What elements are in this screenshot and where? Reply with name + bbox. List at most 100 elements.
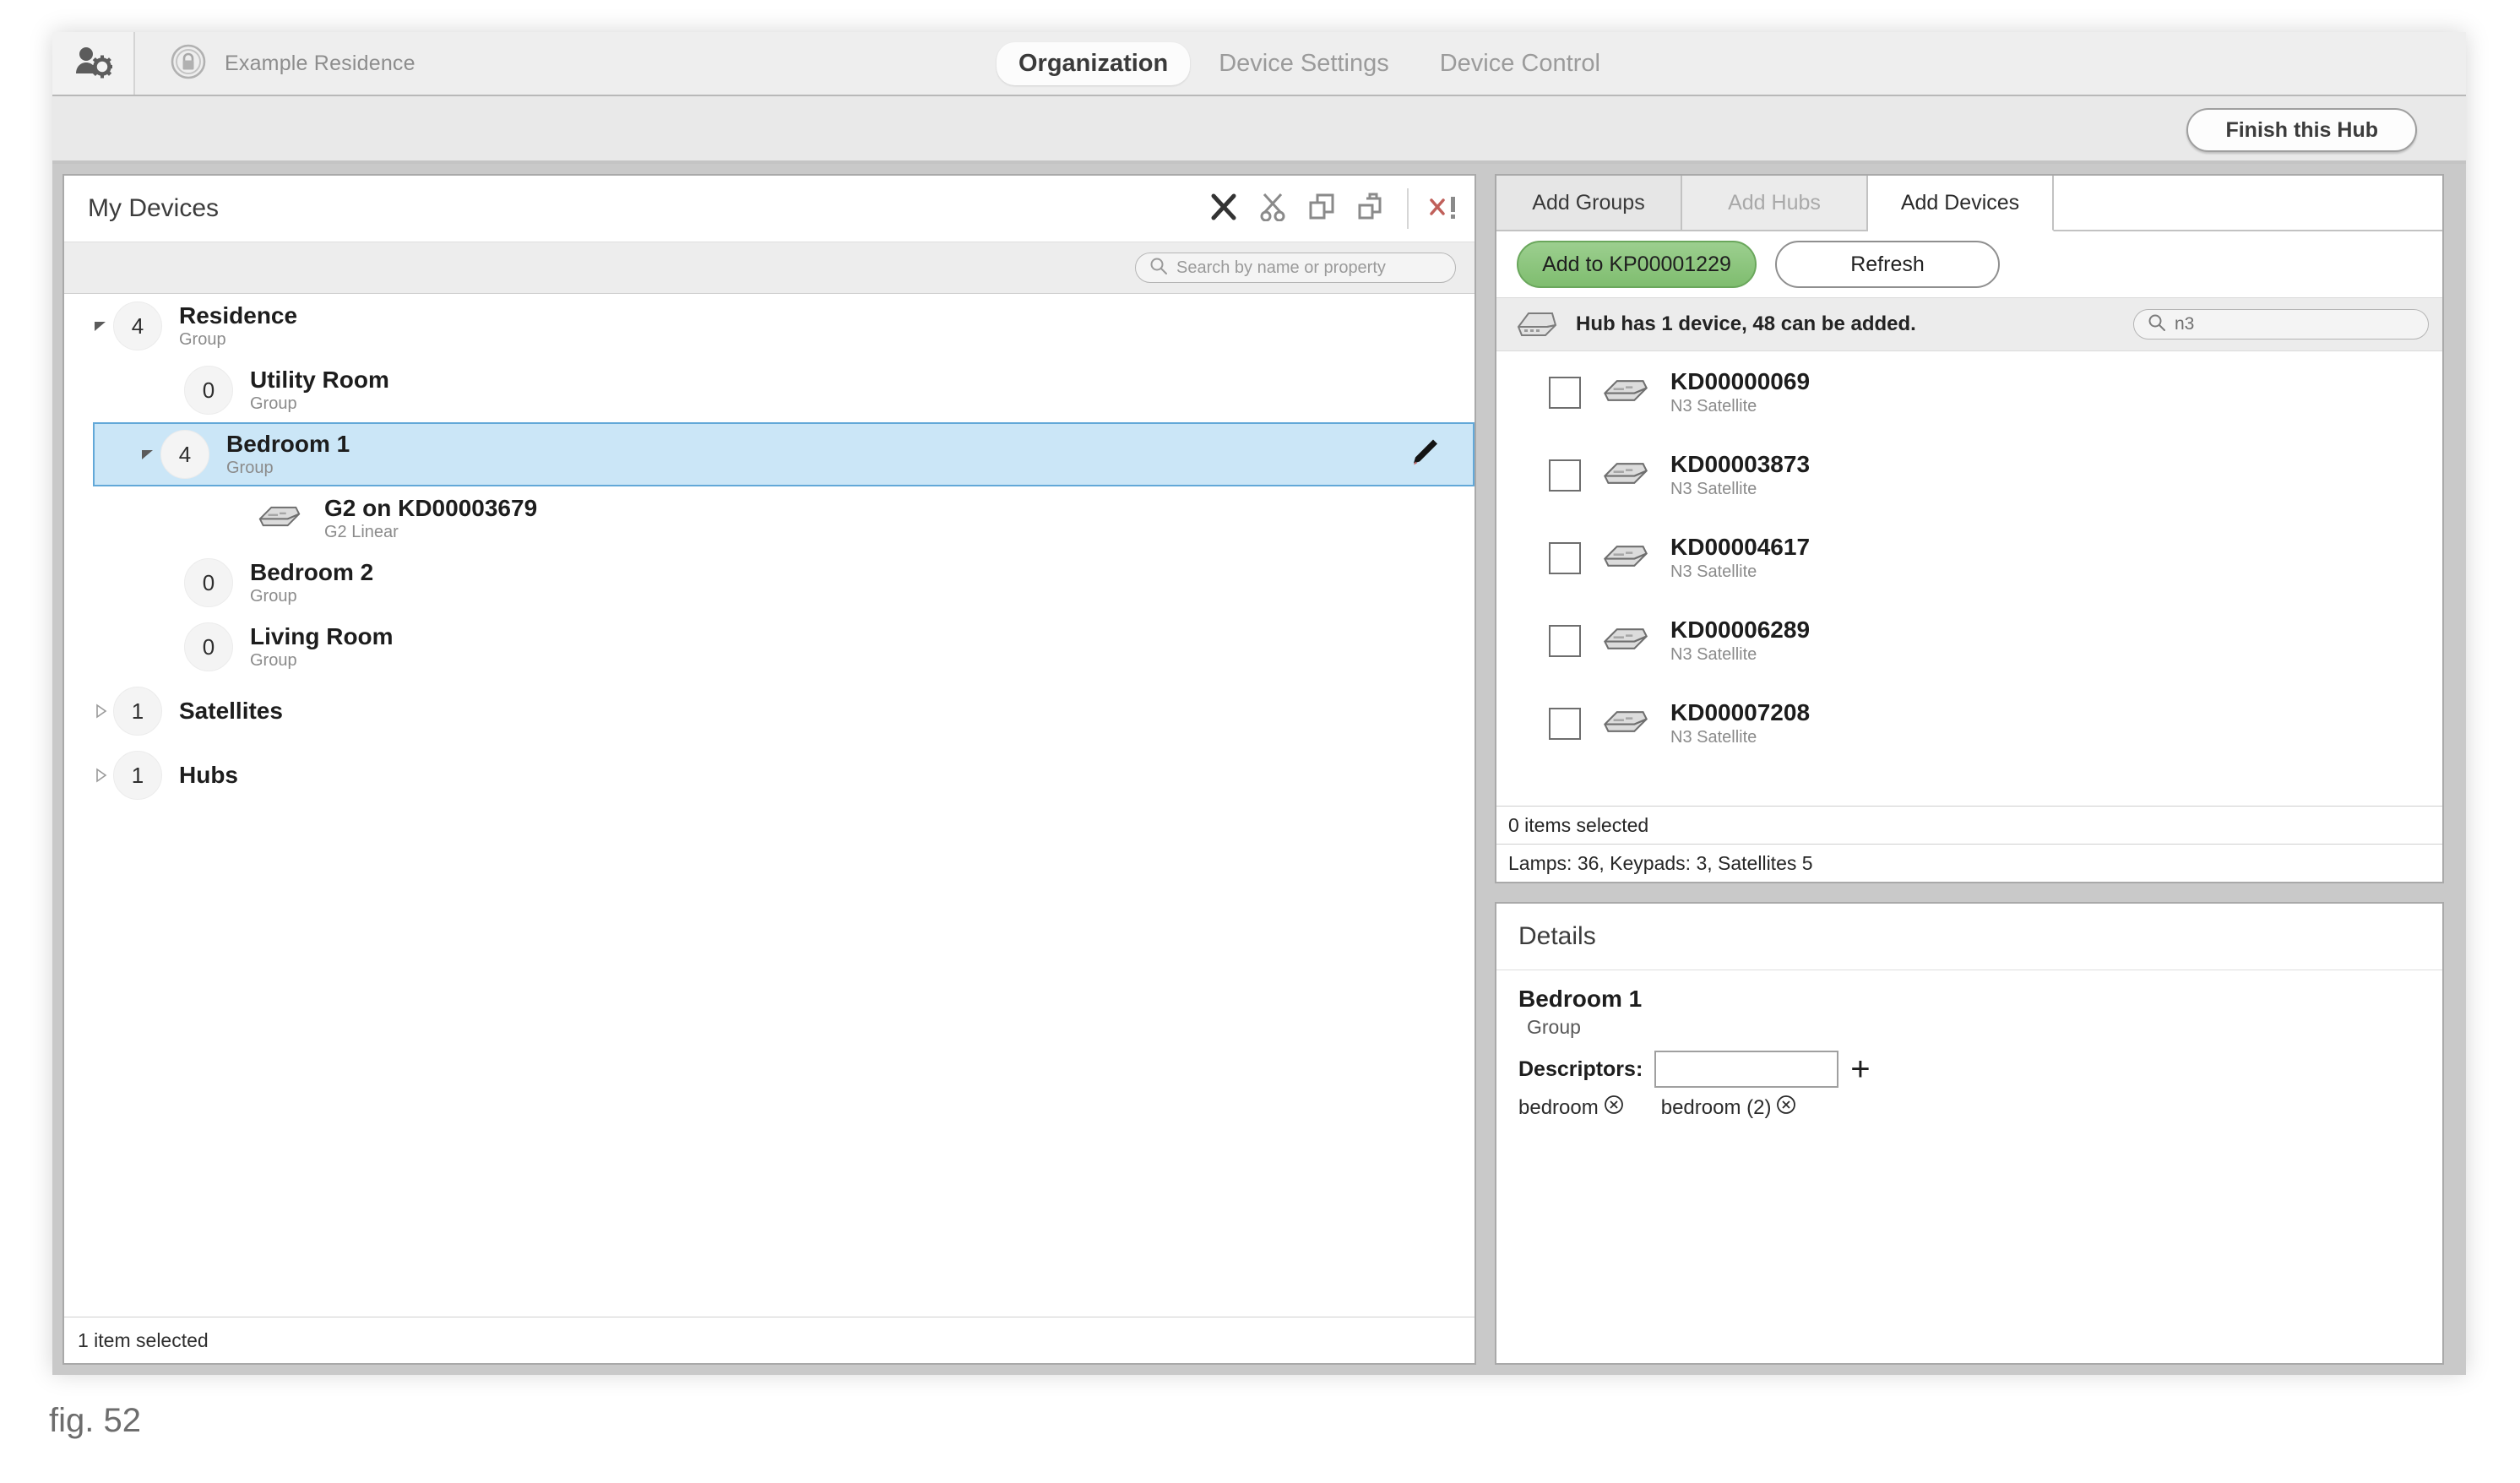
tree-row[interactable]: 1 Satellites <box>64 679 1475 743</box>
available-device-list[interactable]: KD00000069 N3 Satellite KD00003873 N3 Satel… <box>1496 351 2442 806</box>
right-column: Add Groups Add Hubs Add Devices Add to K… <box>1495 174 2444 1365</box>
device-list-item[interactable]: KD00006289 N3 Satellite <box>1496 600 2442 682</box>
tab-add-groups[interactable]: Add Groups <box>1496 176 1682 231</box>
details-title: Details <box>1496 904 2442 970</box>
tree-row-subtitle: Group <box>250 587 297 606</box>
descriptor-chip-label: bedroom <box>1518 1095 1599 1119</box>
tree-row-labels: Satellites <box>179 698 283 725</box>
details-item-type: Group <box>1527 1016 1581 1038</box>
copy-icon <box>1308 193 1335 225</box>
group-count-badge: 0 <box>184 558 233 607</box>
tree-row-subtitle: Group <box>226 459 274 478</box>
search-icon <box>2148 313 2166 336</box>
tree-row-name: Living Room <box>250 622 394 649</box>
cut-icon <box>1259 193 1286 225</box>
tab-device-settings[interactable]: Device Settings <box>1197 42 1411 85</box>
refresh-button[interactable]: Refresh <box>1775 241 2000 288</box>
tree-row-labels: Residence Group <box>179 302 297 349</box>
content-area: My Devices Search by name or property 4 … <box>52 164 2466 1375</box>
device-checkbox[interactable] <box>1549 625 1581 657</box>
tab-filler <box>2054 176 2442 231</box>
satellite-icon <box>1599 707 1652 741</box>
device-labels: KD00003873 N3 Satellite <box>1670 451 1810 499</box>
device-id: KD00000069 <box>1670 367 1811 394</box>
selection-status: 0 items selected <box>1496 806 2442 844</box>
user-gear-icon <box>73 45 114 83</box>
tab-organization[interactable]: Organization <box>997 41 1191 85</box>
user-settings-button[interactable] <box>52 32 135 95</box>
copy-button[interactable] <box>1299 186 1344 231</box>
action-bar: Finish this Hub <box>52 96 2466 164</box>
device-list-item[interactable]: KD00007208 N3 Satellite <box>1496 682 2442 765</box>
tab-add-hubs[interactable]: Add Hubs <box>1682 176 1868 231</box>
tree-row-subtitle: G2 Linear <box>324 523 399 542</box>
tree-row[interactable]: 0 Bedroom 2 Group <box>64 551 1475 615</box>
device-labels: KD00006289 N3 Satellite <box>1670 617 1810 665</box>
device-checkbox[interactable] <box>1549 377 1581 409</box>
tree-row[interactable]: 0 Living Room Group <box>64 615 1475 679</box>
group-count-badge: 4 <box>160 430 209 479</box>
device-checkbox[interactable] <box>1549 708 1581 740</box>
tree-row[interactable]: 1 Hubs <box>64 743 1475 807</box>
my-devices-header: My Devices <box>64 176 1475 242</box>
tree-row-labels: Living Room Group <box>250 622 394 670</box>
devices-search-input[interactable]: Search by name or property <box>1135 253 1456 283</box>
device-list-item[interactable]: KD00003873 N3 Satellite <box>1496 434 2442 517</box>
devices-search-placeholder: Search by name or property <box>1176 258 1386 277</box>
lock-badge-icon <box>171 44 206 84</box>
twisty-collapsed-icon[interactable] <box>88 768 113 783</box>
tree-row[interactable]: 0 Utility Room Group <box>64 358 1475 422</box>
hub-info-text: Hub has 1 device, 48 can be added. <box>1576 312 1916 335</box>
device-id: KD00004617 <box>1670 533 1811 560</box>
paste-icon <box>1357 193 1384 225</box>
device-checkbox[interactable] <box>1549 542 1581 574</box>
tree-row-subtitle: Group <box>250 394 297 414</box>
tree-row[interactable]: G2 on KD00003679 G2 Linear <box>64 486 1475 551</box>
tree-row-name: Satellites <box>179 698 283 725</box>
device-type: N3 Satellite <box>1670 397 1757 416</box>
device-type: N3 Satellite <box>1670 645 1757 665</box>
descriptors-label: Descriptors: <box>1518 1057 1643 1081</box>
descriptor-input[interactable] <box>1654 1051 1839 1088</box>
twisty-expanded-icon[interactable] <box>88 318 113 334</box>
application-window: Example Residence Organization Device Se… <box>52 32 2466 1375</box>
remove-descriptor-icon[interactable] <box>1776 1095 1796 1121</box>
remove-descriptor-icon[interactable] <box>1604 1095 1624 1121</box>
organization-identity[interactable]: Example Residence <box>135 32 415 95</box>
device-tree[interactable]: 4 Residence Group 0 Utility Room Group 4 Bedroo… <box>64 294 1475 1317</box>
tab-device-control[interactable]: Device Control <box>1418 42 1622 85</box>
panel-title: My Devices <box>88 194 220 222</box>
add-to-hub-button[interactable]: Add to KP00001229 <box>1517 241 1757 288</box>
tab-add-devices[interactable]: Add Devices <box>1868 176 2054 231</box>
add-descriptor-button[interactable]: + <box>1850 1052 1870 1086</box>
clear-errors-button[interactable] <box>1422 186 1468 231</box>
paste-button[interactable] <box>1348 186 1393 231</box>
device-id: KD00006289 <box>1670 616 1811 643</box>
twisty-expanded-icon[interactable] <box>135 447 160 462</box>
delete-button[interactable] <box>1201 186 1246 231</box>
tree-row[interactable]: 4 Bedroom 1 Group <box>93 422 1475 486</box>
satellite-icon <box>1599 541 1652 575</box>
add-panel-actions: Add to KP00001229 Refresh <box>1496 231 2442 297</box>
details-body: Bedroom 1 Group Descriptors: + bedroom be… <box>1496 970 2442 1136</box>
finish-this-hub-button[interactable]: Finish this Hub <box>2186 108 2417 152</box>
cut-button[interactable] <box>1250 186 1295 231</box>
group-count-badge: 1 <box>113 687 162 736</box>
twisty-collapsed-icon[interactable] <box>88 703 113 719</box>
device-search-input[interactable]: n3 <box>2133 309 2429 340</box>
add-panel: Add Groups Add Hubs Add Devices Add to K… <box>1495 174 2444 883</box>
devices-search-bar: Search by name or property <box>64 242 1475 294</box>
hub-info-bar: Hub has 1 device, 48 can be added. n3 <box>1496 297 2442 351</box>
tree-row-name: G2 on KD00003679 <box>324 494 538 521</box>
hub-device-icon <box>1515 308 1559 341</box>
tree-row[interactable]: 4 Residence Group <box>64 294 1475 358</box>
group-count-badge: 0 <box>184 366 233 415</box>
device-list-item[interactable]: KD00000069 N3 Satellite <box>1496 351 2442 434</box>
device-type: N3 Satellite <box>1670 480 1757 499</box>
organization-name: Example Residence <box>225 51 415 75</box>
tree-row-labels: Bedroom 1 Group <box>226 431 350 478</box>
tree-row-name: Bedroom 2 <box>250 558 374 585</box>
device-list-item[interactable]: KD00004617 N3 Satellite <box>1496 517 2442 600</box>
pencil-icon[interactable] <box>1407 435 1442 475</box>
device-checkbox[interactable] <box>1549 459 1581 492</box>
